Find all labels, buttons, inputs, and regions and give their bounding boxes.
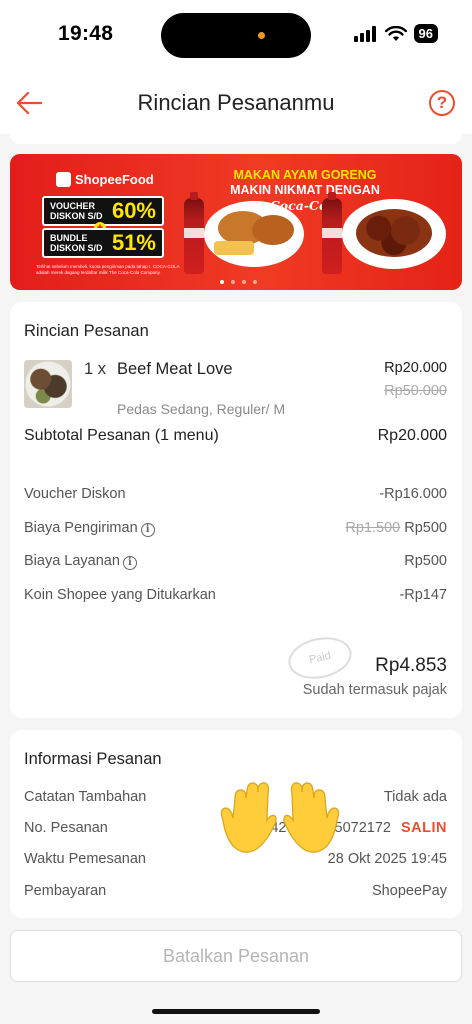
status-icons: 96 — [353, 24, 438, 43]
delivery-fee-value: Rp500 — [404, 520, 447, 536]
voucher-discount-label: Voucher Diskon — [24, 486, 126, 502]
subtotal-label: Subtotal Pesanan (1 menu) — [24, 427, 219, 444]
voucher-discount-badge: VOUCHER DISKON S/D 60% — [42, 196, 164, 226]
order-time-label: Waktu Pemesanan — [24, 851, 146, 867]
question-mark-icon: ? — [436, 93, 448, 112]
info-icon[interactable]: i — [122, 556, 137, 570]
order-details-title: Rincian Pesanan — [24, 322, 149, 340]
delivery-fee-values: Rp1.500 Rp500 — [345, 520, 447, 536]
notes-value: Tidak ada — [383, 789, 447, 805]
help-button[interactable]: ? — [429, 90, 455, 116]
voucher-percent: 60% — [111, 198, 156, 223]
bundle-percent: 51% — [111, 230, 156, 255]
carousel-dot[interactable] — [220, 280, 224, 284]
item-price: Rp20.000 — [384, 360, 447, 376]
subtotal-value: Rp20.000 — [377, 427, 447, 444]
item-qty: 1 x — [84, 360, 107, 378]
raised-hands-emoji-icon — [220, 782, 340, 853]
order-details-card: Rincian Pesanan 1 x Beef Meat Love Rp20.… — [10, 302, 462, 718]
delivery-fee-label: Biaya Pengiriman — [24, 520, 138, 536]
cellular-signal-icon — [353, 25, 376, 42]
total-note: Sudah termasuk pajak — [302, 682, 447, 698]
fried-chicken-plate — [204, 201, 304, 267]
delivery-fee-row: Biaya Pengiriman i — [24, 520, 155, 537]
glazed-chicken-plate — [342, 199, 446, 269]
recording-dot-icon — [258, 32, 265, 39]
info-icon[interactable]: i — [140, 523, 155, 537]
bundle-label: BUNDLE DISKON S/D — [50, 233, 103, 253]
item-name: Beef Meat Love — [117, 360, 233, 378]
banner-brand: ShopeeFood — [75, 172, 154, 187]
home-indicator[interactable] — [152, 1009, 320, 1014]
coins-label: Koin Shopee yang Ditukarkan — [24, 587, 216, 603]
fried-chicken-2 — [252, 215, 294, 245]
page-title: Rincian Pesananmu — [137, 90, 335, 115]
status-bar: 19:48 96 — [0, 0, 472, 70]
item-original-price: Rp50.000 — [384, 383, 447, 399]
promo-banner[interactable]: ShopeeFood VOUCHER DISKON S/D 60% + BUND… — [10, 154, 462, 290]
service-fee-row: Biaya Layanan i — [24, 553, 137, 570]
payment-label: Pembayaran — [24, 883, 107, 899]
order-time-value: 28 Okt 2025 19:45 — [327, 851, 447, 867]
food-thumbnail — [24, 360, 72, 408]
app-header: Rincian Pesananmu ? — [0, 70, 472, 134]
shopee-bag-icon — [56, 172, 71, 187]
coke-bottle-right — [322, 192, 342, 274]
order-number-label: No. Pesanan — [24, 820, 108, 836]
carousel-dots — [220, 280, 257, 284]
carousel-dot[interactable] — [253, 280, 257, 284]
coke-bottle-left — [184, 192, 204, 274]
paid-stamp-icon: Paid — [284, 631, 356, 685]
shopeefood-logo: ShopeeFood — [56, 172, 154, 187]
item-variant: Pedas Sedang, Reguler/ M — [117, 401, 286, 417]
bundle-discount-badge: BUNDLE DISKON S/D 51% — [42, 228, 164, 258]
total-value: Rp4.853 — [375, 655, 447, 676]
status-time: 19:48 — [58, 22, 114, 45]
order-info-title: Informasi Pesanan — [24, 750, 162, 768]
headline-line1: MAKAN AYAM GORENG — [233, 168, 377, 182]
cancel-order-button[interactable]: Batalkan Pesanan — [10, 930, 462, 982]
carousel-dot[interactable] — [242, 280, 246, 284]
voucher-discount-value: -Rp16.000 — [379, 486, 447, 502]
delivery-fee-original: Rp1.500 — [345, 520, 401, 536]
service-fee-label: Biaya Layanan — [24, 553, 120, 569]
fries — [214, 241, 254, 255]
dynamic-island — [161, 13, 311, 58]
wifi-icon — [384, 25, 407, 41]
battery-indicator: 96 — [413, 24, 438, 43]
voucher-label: VOUCHER DISKON S/D — [50, 201, 103, 221]
service-fee-value: Rp500 — [404, 553, 447, 569]
banner-fine-print: Terlihat sebelum membeli, kuota pengirim… — [36, 264, 180, 275]
copy-order-number-button[interactable]: SALIN — [401, 820, 447, 836]
notes-label: Catatan Tambahan — [24, 789, 147, 805]
previous-card-edge — [10, 134, 462, 144]
carousel-dot[interactable] — [231, 280, 235, 284]
payment-value: ShopeePay — [372, 883, 447, 899]
glazed-chicken — [356, 209, 432, 257]
coins-value: -Rp147 — [399, 587, 447, 603]
